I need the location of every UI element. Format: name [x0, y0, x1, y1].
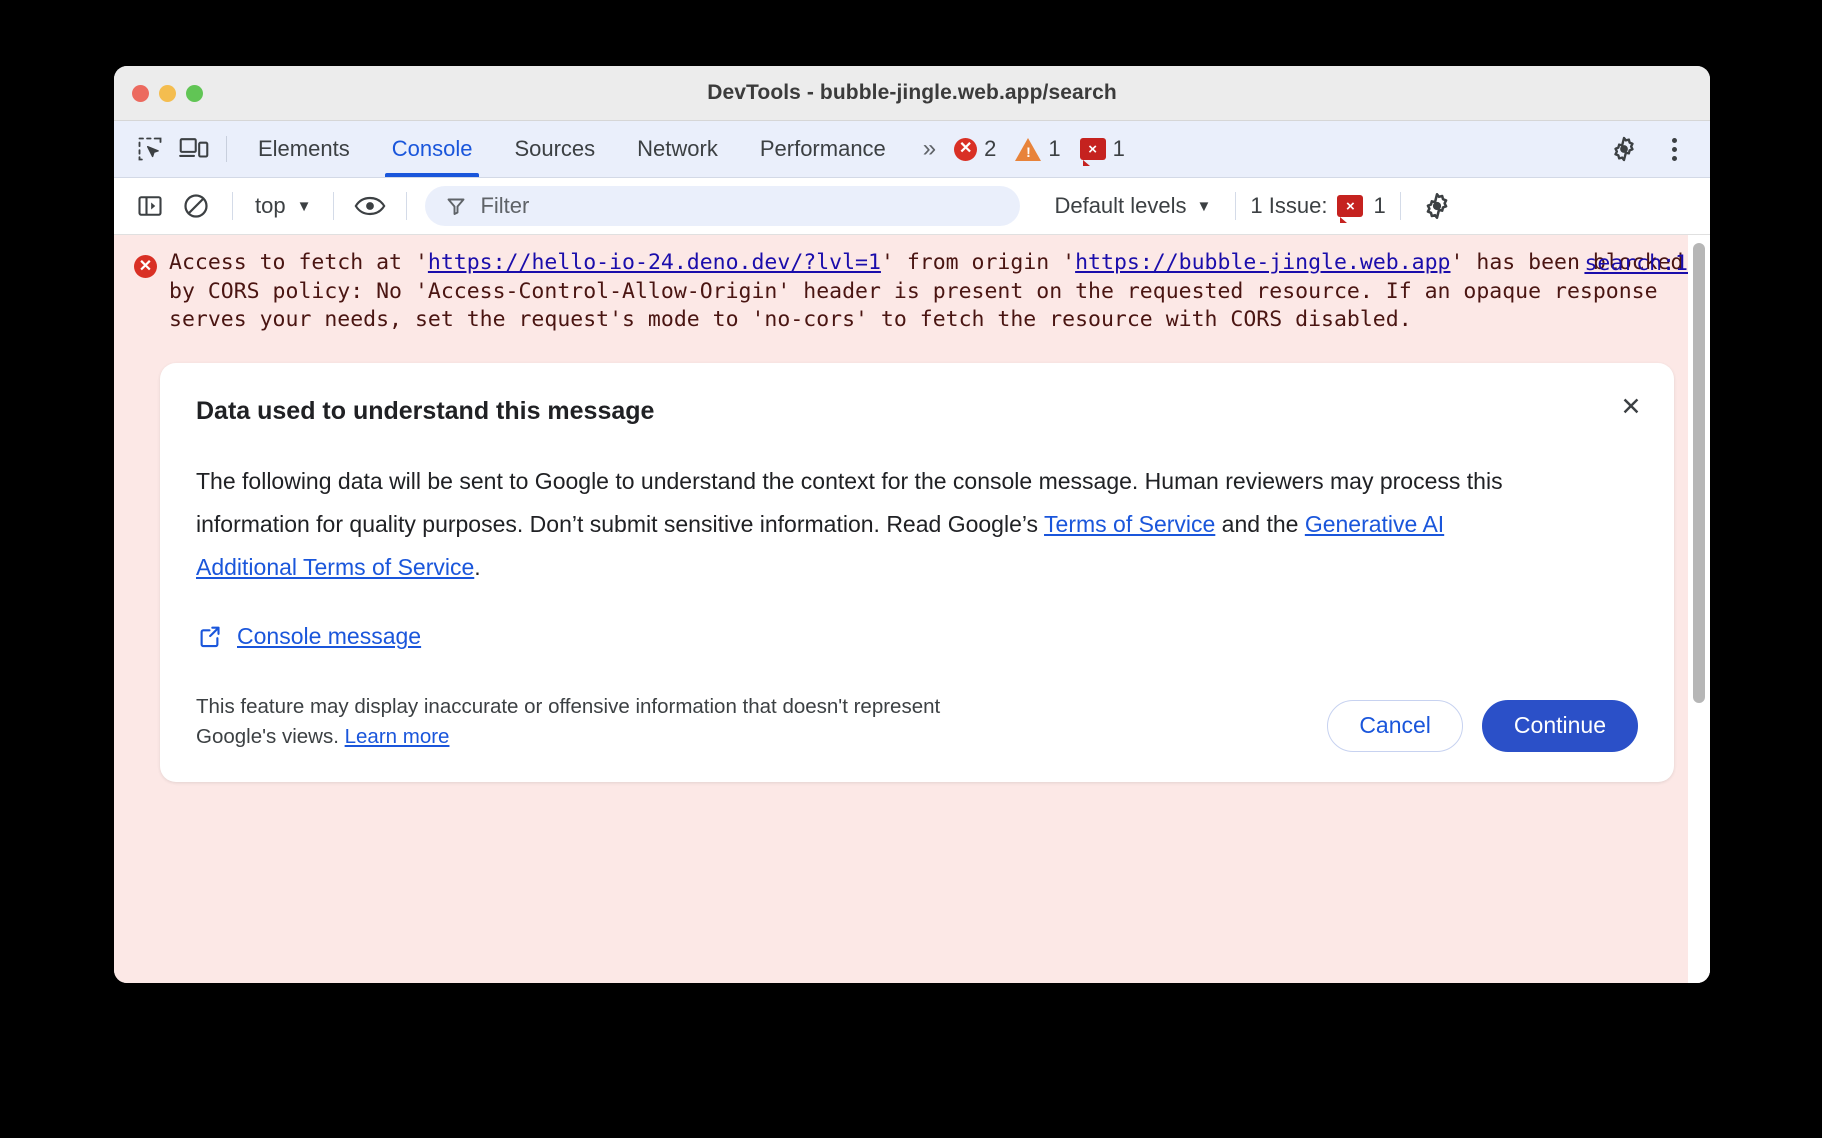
- device-toolbar-icon[interactable]: [172, 127, 216, 171]
- consent-card-body: The following data will be sent to Googl…: [196, 460, 1541, 590]
- cancel-button[interactable]: Cancel: [1327, 700, 1463, 752]
- issues-counter[interactable]: 1 Issue: × 1: [1250, 193, 1385, 219]
- scrollbar-thumb[interactable]: [1693, 243, 1705, 703]
- filter-input[interactable]: Filter: [425, 186, 1020, 226]
- console-sidebar-toggle-icon[interactable]: [128, 184, 172, 228]
- issues-label: 1 Issue:: [1250, 193, 1327, 219]
- log-levels-dropdown[interactable]: Default levels ▼: [1044, 193, 1221, 219]
- disclaimer-text: This feature may display inaccurate or o…: [196, 695, 940, 748]
- window-title: DevTools - bubble-jingle.web.app/search: [114, 81, 1710, 105]
- live-expression-eye-icon[interactable]: [348, 184, 392, 228]
- source-location-link[interactable]: search:1: [1584, 251, 1688, 276]
- console-message-data-row: Console message: [196, 623, 1638, 650]
- issues-count: 1: [1373, 193, 1385, 219]
- tab-console[interactable]: Console: [371, 121, 494, 177]
- minimize-window-button[interactable]: [159, 85, 176, 102]
- issue-count: 1: [1113, 136, 1125, 162]
- console-message-text: Access to fetch at 'https://hello-io-24.…: [169, 249, 1696, 335]
- window-titlebar: DevTools - bubble-jingle.web.app/search: [114, 66, 1710, 121]
- issue-bubble-icon: ×: [1080, 138, 1106, 160]
- chevron-down-icon: ▼: [297, 199, 312, 214]
- console-message-row: ✕ Access to fetch at 'https://hello-io-2…: [114, 249, 1710, 335]
- status-badges: ✕ 2 1 × 1: [954, 136, 1137, 162]
- error-badge[interactable]: ✕ 2: [954, 136, 996, 162]
- warning-count: 1: [1048, 136, 1060, 162]
- kebab-menu-icon[interactable]: [1652, 127, 1696, 171]
- external-link-icon: [196, 623, 223, 650]
- maximize-window-button[interactable]: [186, 85, 203, 102]
- inspect-element-icon[interactable]: [128, 127, 172, 171]
- issue-badge[interactable]: × 1: [1080, 136, 1125, 162]
- more-tabs-icon[interactable]: »: [907, 135, 950, 163]
- error-count: 2: [984, 136, 996, 162]
- consent-disclaimer: This feature may display inaccurate or o…: [196, 692, 996, 751]
- devtools-window: DevTools - bubble-jingle.web.app/search …: [114, 66, 1710, 983]
- traffic-lights: [132, 66, 203, 120]
- message-part-2: ' from origin ': [881, 250, 1075, 275]
- close-icon[interactable]: ✕: [1614, 391, 1648, 425]
- execution-context-label: top: [255, 193, 286, 219]
- console-error-message: ✕ Access to fetch at 'https://hello-io-2…: [114, 235, 1710, 983]
- filter-funnel-icon: [445, 195, 467, 217]
- tab-performance[interactable]: Performance: [739, 121, 907, 177]
- warning-triangle-icon: [1015, 138, 1041, 161]
- toolbar-divider-1: [232, 192, 233, 220]
- tabbar-right-actions: [1602, 127, 1710, 171]
- error-circle-icon: ✕: [134, 255, 157, 278]
- learn-more-link[interactable]: Learn more: [345, 725, 450, 748]
- tab-network[interactable]: Network: [616, 121, 739, 177]
- console-settings-gear-icon[interactable]: [1415, 184, 1459, 228]
- warning-badge[interactable]: 1: [1015, 136, 1060, 162]
- consent-card-title: Data used to understand this message: [196, 397, 1638, 426]
- gear-icon[interactable]: [1602, 127, 1646, 171]
- terms-of-service-link[interactable]: Terms of Service: [1044, 511, 1215, 537]
- console-toolbar: top ▼ Filter Default levels ▼ 1 Issue: ×…: [114, 178, 1710, 235]
- chevron-down-icon: ▼: [1197, 199, 1212, 214]
- consent-card-buttons: Cancel Continue: [1327, 700, 1638, 752]
- log-levels-label: Default levels: [1054, 193, 1186, 219]
- consent-body-text-2: and the: [1215, 511, 1305, 537]
- toolbar-divider-3: [406, 192, 407, 220]
- issue-bubble-icon: ×: [1337, 195, 1363, 217]
- toolbar-divider-2: [333, 192, 334, 220]
- panel-tabs: Elements Console Sources Network Perform…: [237, 121, 907, 177]
- devtools-tabbar: Elements Console Sources Network Perform…: [114, 121, 1710, 178]
- tab-sources[interactable]: Sources: [493, 121, 616, 177]
- console-body: ✕ Access to fetch at 'https://hello-io-2…: [114, 235, 1710, 983]
- console-scrollbar[interactable]: [1688, 235, 1710, 983]
- consent-body-text-3: .: [474, 554, 480, 580]
- filter-placeholder: Filter: [480, 193, 529, 219]
- toolbar-divider-5: [1400, 192, 1401, 220]
- clear-console-icon[interactable]: [174, 184, 218, 228]
- tab-elements[interactable]: Elements: [237, 121, 371, 177]
- origin-url-link[interactable]: https://bubble-jingle.web.app: [1075, 250, 1450, 275]
- tabbar-divider: [226, 136, 227, 162]
- execution-context-dropdown[interactable]: top ▼: [247, 193, 319, 219]
- close-window-button[interactable]: [132, 85, 149, 102]
- message-part-1: Access to fetch at ': [169, 250, 428, 275]
- error-circle-icon: ✕: [954, 138, 977, 161]
- fetch-url-link[interactable]: https://hello-io-24.deno.dev/?lvl=1: [428, 250, 881, 275]
- continue-button[interactable]: Continue: [1482, 700, 1638, 752]
- consent-card-footer: This feature may display inaccurate or o…: [196, 692, 1638, 751]
- toolbar-divider-4: [1235, 192, 1236, 220]
- console-message-link[interactable]: Console message: [237, 623, 421, 650]
- consent-card: ✕ Data used to understand this message T…: [160, 363, 1674, 782]
